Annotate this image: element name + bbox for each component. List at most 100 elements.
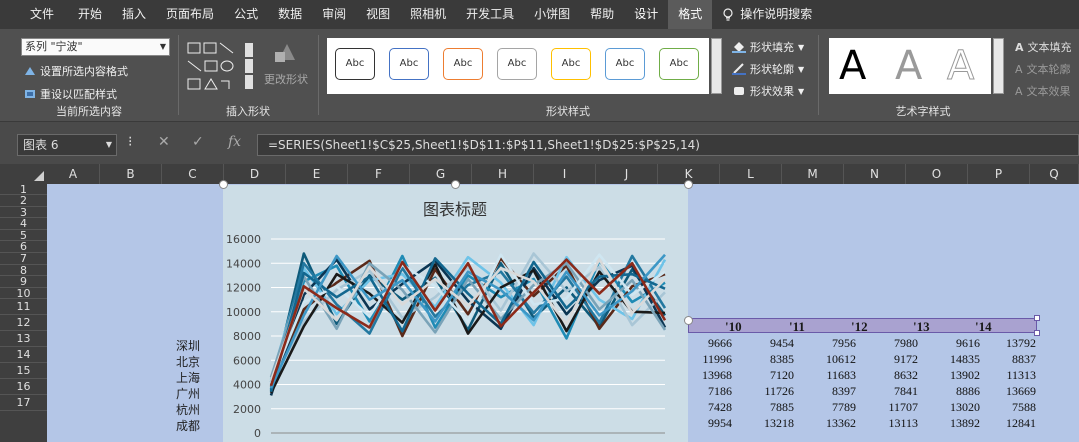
table-cell[interactable]: 13218 (744, 416, 794, 431)
table-cell[interactable]: 13968 (682, 368, 732, 383)
column-header-q[interactable]: Q (1030, 164, 1079, 184)
table-cell[interactable]: 8837 (986, 352, 1036, 367)
shape-style-swatch[interactable]: Abc (605, 48, 645, 80)
table-cell[interactable]: 7186 (682, 384, 732, 399)
change-shape-button[interactable]: 更改形状 (262, 38, 310, 87)
line-chart[interactable]: 图表标题 0 2000 4000 6000 8000 10000 12000 14000 1600… (223, 185, 688, 442)
table-cell[interactable]: 13669 (986, 384, 1036, 399)
row-header-16[interactable]: 16 (0, 379, 47, 395)
column-header-e[interactable]: E (286, 164, 348, 184)
table-cell[interactable]: 13902 (930, 368, 980, 383)
city-label[interactable]: 广州 (150, 385, 200, 402)
cancel-icon[interactable]: ✕ (158, 134, 170, 150)
table-cell[interactable]: 11996 (682, 352, 732, 367)
shape-style-swatch[interactable]: Abc (389, 48, 429, 80)
table-cell[interactable]: 8886 (930, 384, 980, 399)
table-cell[interactable]: 7120 (744, 368, 794, 383)
table-cell[interactable]: 11683 (806, 368, 856, 383)
reset-style-button[interactable]: 重设以匹配样式 (24, 86, 117, 102)
gallery-scroll[interactable] (711, 38, 722, 94)
row-header-12[interactable]: 12 (0, 315, 47, 331)
shape-fill-button[interactable]: 形状填充 ▼ (732, 39, 804, 55)
tab-review[interactable]: 审阅 (312, 0, 356, 29)
row-header-15[interactable]: 15 (0, 363, 47, 379)
shape-style-swatch[interactable]: Abc (551, 48, 591, 80)
table-cell[interactable]: 9454 (744, 336, 794, 351)
format-selection-button[interactable]: 设置所选内容格式 (24, 63, 128, 79)
city-label[interactable]: 成都 (150, 417, 200, 434)
table-cell[interactable]: 7956 (806, 336, 856, 351)
select-all-button[interactable] (0, 164, 47, 184)
column-header-p[interactable]: P (968, 164, 1030, 184)
column-header-n[interactable]: N (844, 164, 906, 184)
tab-mini-pie[interactable]: 小饼图 (524, 0, 580, 29)
shape-style-swatch[interactable]: Abc (443, 48, 483, 80)
row-header-14[interactable]: 14 (0, 347, 47, 363)
table-cell[interactable]: 13792 (986, 336, 1036, 351)
table-cell[interactable]: 7841 (868, 384, 918, 399)
row-header-11[interactable]: 11 (0, 299, 47, 315)
insert-function-icon[interactable]: fx (228, 134, 241, 150)
column-header-m[interactable]: M (782, 164, 844, 184)
tab-camera[interactable]: 照相机 (400, 0, 456, 29)
chart-resize-handle[interactable] (219, 180, 228, 189)
column-header-d[interactable]: D (224, 164, 286, 184)
tell-me-search[interactable]: 操作说明搜索 (712, 0, 822, 29)
table-cell[interactable]: 9172 (868, 352, 918, 367)
chart-resize-handle[interactable] (684, 316, 693, 325)
tab-home[interactable]: 开始 (64, 0, 112, 29)
chart-resize-handle[interactable] (684, 180, 693, 189)
table-cell[interactable]: 11707 (868, 400, 918, 415)
tab-data[interactable]: 数据 (268, 0, 312, 29)
city-label[interactable]: 杭州 (150, 401, 200, 418)
range-handle[interactable] (1034, 315, 1040, 321)
table-cell[interactable]: 7789 (806, 400, 856, 415)
shape-style-swatch[interactable]: Abc (659, 48, 699, 80)
formula-input[interactable]: =SERIES(Sheet1!$C$25,Sheet1!$D$11:$P$11,… (257, 134, 1079, 156)
table-cell[interactable]: 7428 (682, 400, 732, 415)
column-header-a[interactable]: A (47, 164, 100, 184)
tab-help[interactable]: 帮助 (580, 0, 624, 29)
wordart-style-gray[interactable]: A (895, 42, 922, 90)
column-header-o[interactable]: O (906, 164, 968, 184)
tab-developer[interactable]: 开发工具 (456, 0, 524, 29)
text-fill-button[interactable]: A 文本填充 (1015, 39, 1072, 55)
wordart-style-outline[interactable]: A (946, 42, 974, 90)
chart-elements-combo[interactable]: 系列 "宁波" ▼ (21, 38, 170, 56)
text-outline-button[interactable]: A 文本轮廓 (1015, 61, 1071, 77)
column-header-f[interactable]: F (348, 164, 410, 184)
table-cell[interactable]: 8632 (868, 368, 918, 383)
column-header-h[interactable]: H (472, 164, 534, 184)
enter-icon[interactable]: ✓ (192, 134, 204, 150)
name-box[interactable]: 图表 6 ▼ (17, 134, 117, 156)
city-label[interactable]: 北京 (150, 353, 200, 370)
table-cell[interactable]: 13020 (930, 400, 980, 415)
table-cell[interactable]: 8397 (806, 384, 856, 399)
tab-insert[interactable]: 插入 (112, 0, 156, 29)
table-cell[interactable]: 13362 (806, 416, 856, 431)
wordart-scroll[interactable] (993, 38, 1004, 94)
text-effects-button[interactable]: A 文本效果 (1015, 83, 1071, 99)
row-header-10[interactable]: 10 (0, 288, 47, 299)
tab-chart-design[interactable]: 设计 (624, 0, 668, 29)
table-cell[interactable]: 7588 (986, 400, 1036, 415)
shapes-gallery[interactable] (187, 41, 257, 93)
shape-outline-button[interactable]: 形状轮廓 ▼ (732, 61, 804, 77)
table-cell[interactable]: 11726 (744, 384, 794, 399)
tab-page-layout[interactable]: 页面布局 (156, 0, 224, 29)
table-cell[interactable]: 7885 (744, 400, 794, 415)
shape-style-swatch[interactable]: Abc (497, 48, 537, 80)
row-header-17[interactable]: 17 (0, 395, 47, 411)
tab-file[interactable]: 文件 (0, 0, 64, 29)
table-cell[interactable]: 9666 (682, 336, 732, 351)
tab-formulas[interactable]: 公式 (224, 0, 268, 29)
table-cell[interactable]: 11313 (986, 368, 1036, 383)
shape-effects-button[interactable]: 形状效果 ▼ (732, 83, 804, 99)
year-header-range[interactable]: '10 '11 '12 '13 '14 (688, 318, 1037, 334)
column-header-j[interactable]: J (596, 164, 658, 184)
tab-format[interactable]: 格式 (668, 0, 713, 29)
chart-resize-handle[interactable] (451, 180, 460, 189)
column-header-g[interactable]: G (410, 164, 472, 184)
table-cell[interactable]: 13113 (868, 416, 918, 431)
row-header-13[interactable]: 13 (0, 331, 47, 347)
